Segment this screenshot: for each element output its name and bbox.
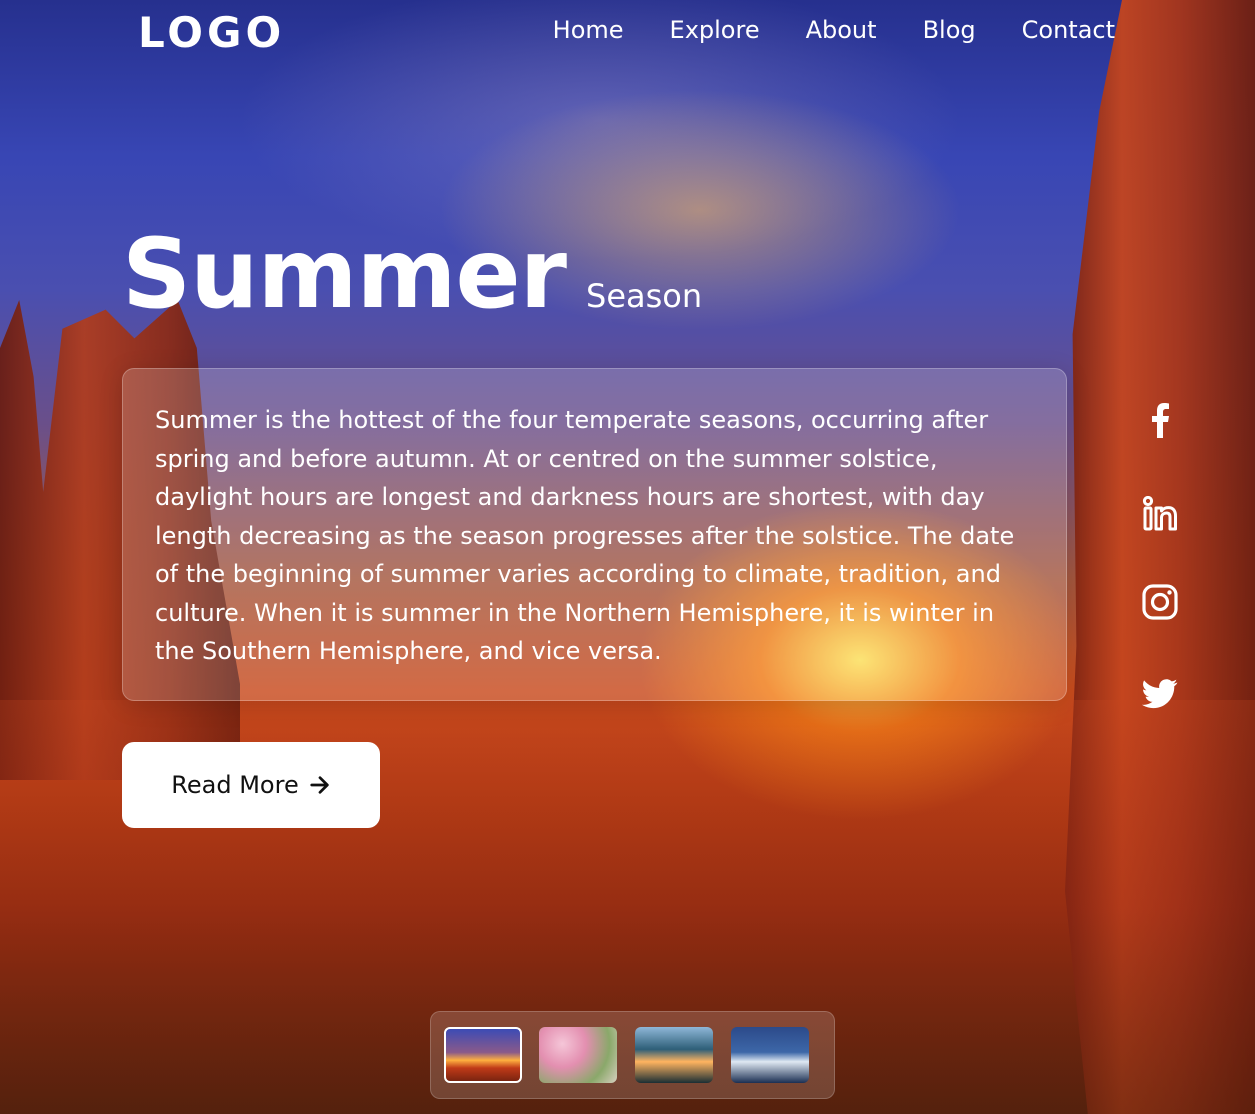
background-rock-right — [1065, 0, 1255, 1114]
season-thumbnails — [430, 1011, 835, 1099]
main-nav: Home Explore About Blog Contact — [553, 16, 1115, 44]
read-more-button[interactable]: Read More — [122, 742, 380, 828]
linkedin-icon[interactable] — [1140, 494, 1180, 534]
twitter-icon[interactable] — [1140, 674, 1180, 714]
autumn-thumbnail[interactable] — [635, 1027, 713, 1083]
logo[interactable]: LOGO — [138, 8, 285, 57]
winter-thumbnail[interactable] — [731, 1027, 809, 1083]
facebook-icon[interactable] — [1140, 400, 1180, 440]
nav-blog[interactable]: Blog — [923, 16, 976, 44]
spring-thumbnail[interactable] — [539, 1027, 617, 1083]
arrow-right-icon — [309, 774, 331, 796]
read-more-label: Read More — [171, 771, 299, 799]
hero-heading: Summer Season — [122, 218, 702, 330]
nav-about[interactable]: About — [806, 16, 877, 44]
nav-home[interactable]: Home — [553, 16, 624, 44]
nav-explore[interactable]: Explore — [670, 16, 760, 44]
hero-title: Summer — [122, 218, 567, 330]
nav-contact[interactable]: Contact — [1022, 16, 1115, 44]
instagram-icon[interactable] — [1140, 582, 1180, 622]
hero-description: Summer is the hottest of the four temper… — [155, 406, 1015, 665]
summer-thumbnail[interactable] — [444, 1027, 522, 1083]
hero-page: LOGO Home Explore About Blog Contact Sum… — [0, 0, 1255, 1114]
description-card: Summer is the hottest of the four temper… — [122, 368, 1067, 701]
hero-subtitle: Season — [586, 277, 703, 315]
